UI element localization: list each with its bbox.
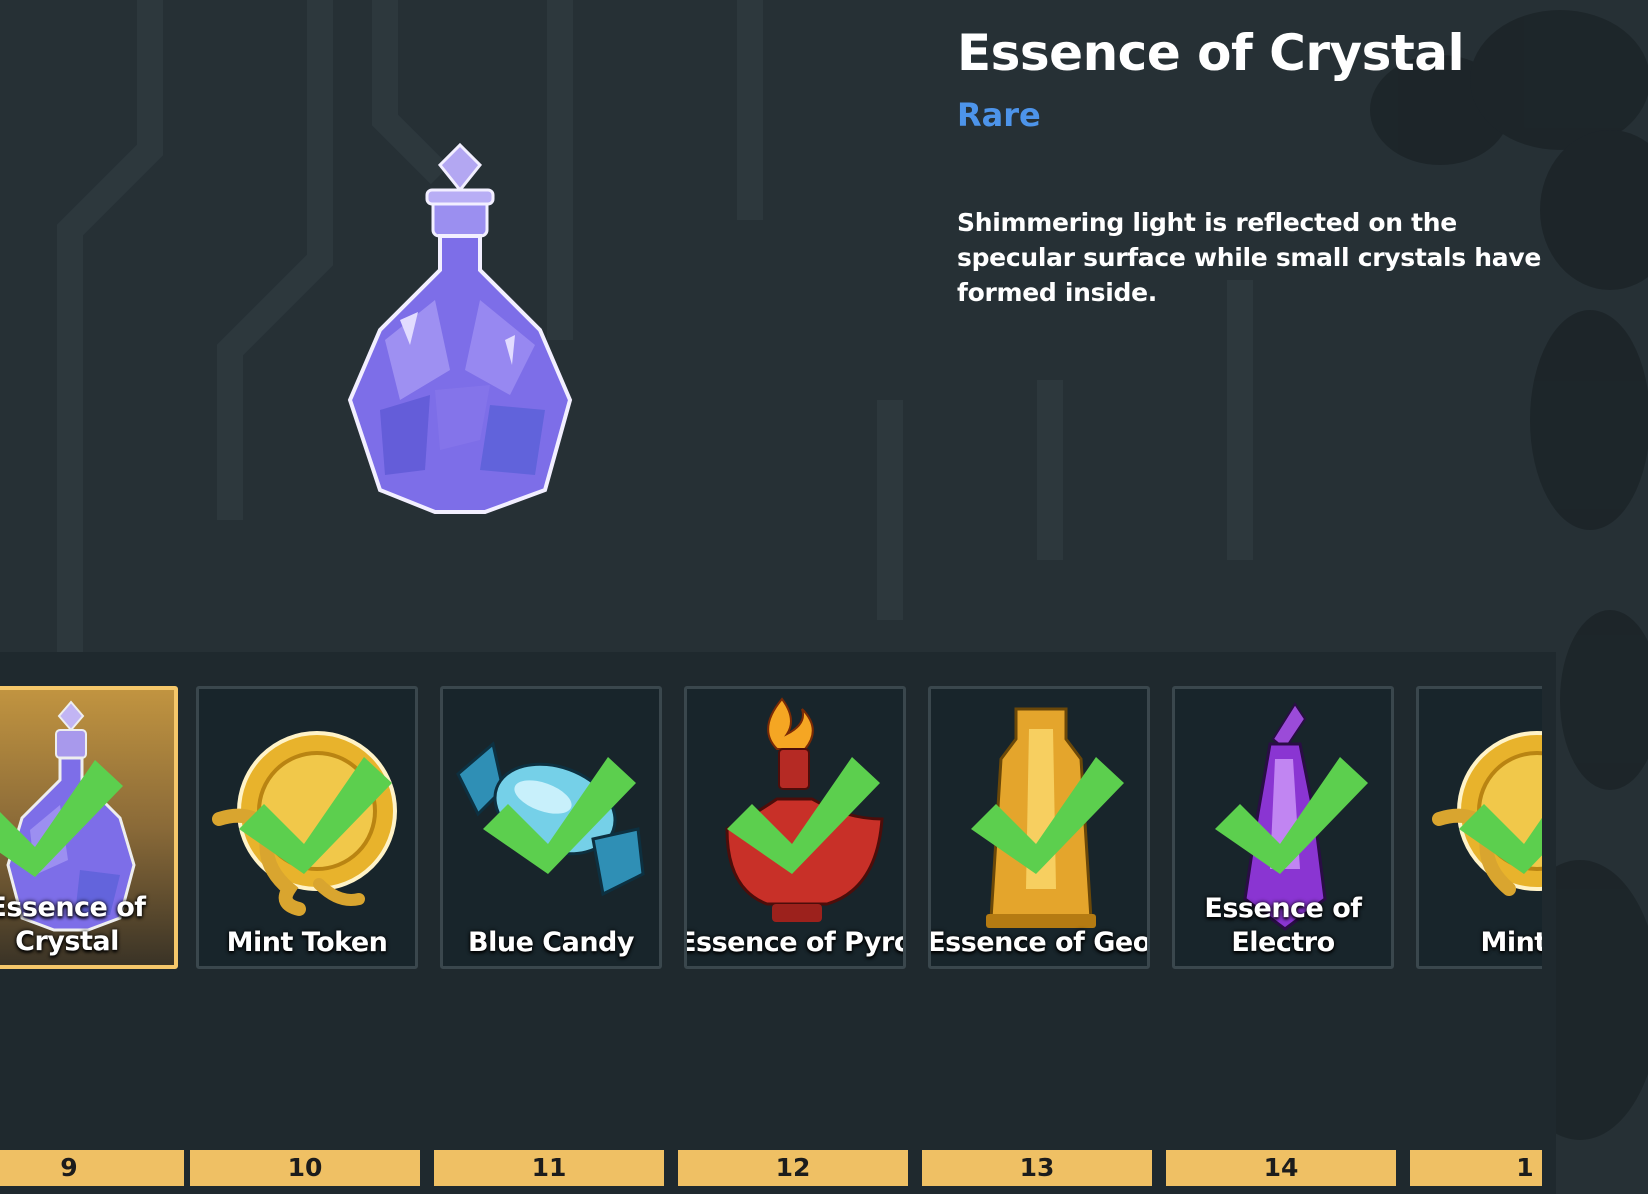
item-card-essence-of-pyro[interactable]: Essence of Pyro (684, 686, 906, 969)
item-card-essence-of-geo[interactable]: Essence of Geo (928, 686, 1150, 969)
item-card-label: Mint Token (226, 927, 388, 958)
item-number-label: 10 (190, 1150, 420, 1186)
item-card-essence-of-electro[interactable]: Essence of Electro (1172, 686, 1394, 969)
crystal-potion-icon (347, 142, 573, 514)
item-rarity: Rare (957, 96, 1041, 134)
item-number-label: 9 (0, 1150, 184, 1186)
item-card-label: Essence of Geo (928, 927, 1150, 958)
item-description: Shimmering light is reflected on the spe… (957, 208, 1542, 307)
item-title: Essence of Crystal (957, 24, 1465, 82)
item-card-blue-candy[interactable]: Blue Candy (440, 686, 662, 969)
item-card-label: Blue Candy (468, 927, 634, 958)
item-card-mint-token[interactable]: Mint Token (196, 686, 418, 969)
item-card-mint-token-partial[interactable]: Mint T (1416, 686, 1542, 969)
item-card-label: Essence of Crystal (0, 892, 146, 957)
item-card-essence-of-crystal[interactable]: Essence of Crystal (0, 686, 178, 969)
item-card-label: Mint T (1480, 927, 1542, 958)
item-card-label: Essence of Pyro (684, 927, 906, 958)
item-card-label: Essence of Electro (1204, 893, 1362, 958)
inventory-tray: Essence of Crystal Mint Token Blue Candy… (0, 652, 1556, 1194)
item-number-label: 12 (678, 1150, 908, 1186)
item-number-label: 14 (1166, 1150, 1396, 1186)
item-number-label: 1 (1410, 1150, 1542, 1186)
inventory-scroll-area[interactable]: Essence of Crystal Mint Token Blue Candy… (0, 652, 1542, 1194)
item-number-label: 11 (434, 1150, 664, 1186)
item-number-label: 13 (922, 1150, 1152, 1186)
